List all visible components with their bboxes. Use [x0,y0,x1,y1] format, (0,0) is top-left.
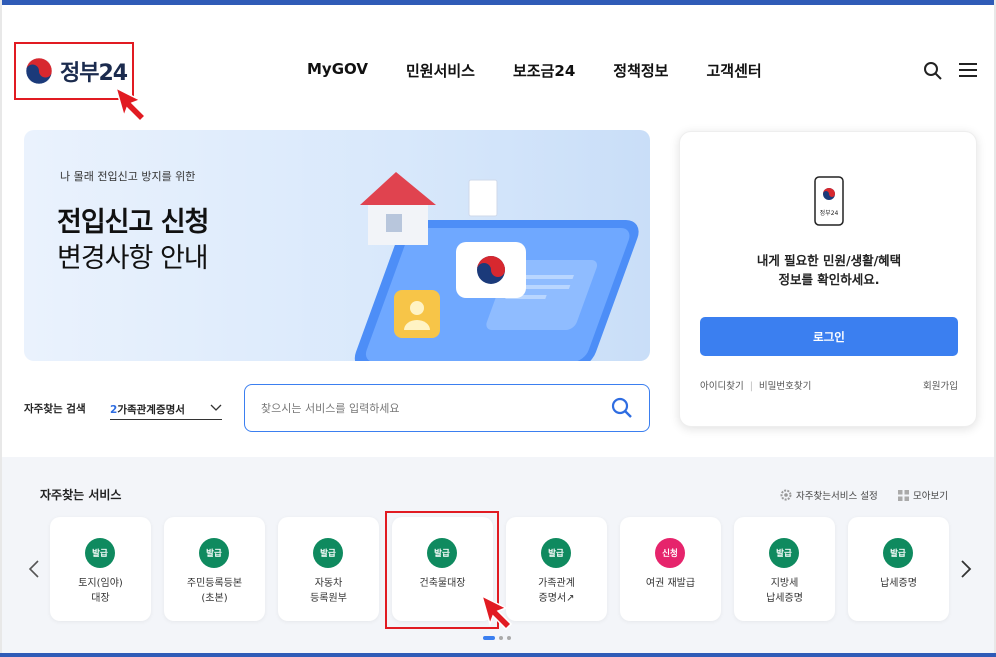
service-name: 납세증명 [880,578,917,589]
signup-link[interactable]: 회원가입 [923,378,958,392]
apply-badge: 신청 [655,538,685,568]
bottom-accent-bar [0,653,996,657]
account-links: 아이디찾기 | 비밀번호찾기 [700,378,811,392]
login-message: 내게 필요한 민원/생활/혜택 정보를 확인하세요. [680,251,978,289]
frequent-search-dropdown[interactable]: 2가족관계증명서 [110,396,222,420]
search-icon[interactable] [923,61,943,81]
issue-badge: 발급 [769,538,799,568]
nav-item-customer-center[interactable]: 고객센터 [706,60,761,81]
service-card-land-register[interactable]: 발급 토지(임야) 대장 [50,517,151,621]
issue-badge: 발급 [883,538,913,568]
carousel-pagination [483,636,511,640]
chevron-right-icon[interactable] [960,560,972,578]
main-nav: MyGOV 민원서비스 보조금24 정책정보 고객센터 [307,60,762,81]
nav-item-mygov[interactable]: MyGOV [307,60,368,81]
hamburger-menu-icon[interactable] [959,62,977,78]
service-name: 지방세 납세증명 [766,578,803,604]
search-input[interactable] [261,399,591,417]
service-name: 토지(임야) 대장 [78,578,123,604]
issue-badge: 발급 [199,538,229,568]
search-submit-icon[interactable] [611,397,633,419]
nav-item-policy-info[interactable]: 정책정보 [613,60,668,81]
service-search-box [244,384,650,432]
phone-house-illustration [354,172,639,361]
service-name: 자동차 등록원부 [310,578,347,604]
frequent-services-title: 자주찾는 서비스 [40,488,122,502]
top-accent-bar [0,0,996,5]
pagination-dot-active[interactable] [483,636,495,640]
nav-item-subsidy24[interactable]: 보조금24 [513,60,575,81]
chevron-down-icon [210,404,222,411]
nav-item-civil-service[interactable]: 민원서비스 [406,60,475,81]
service-card-tax-certificate[interactable]: 발급 납세증명 [848,517,949,621]
issue-badge: 발급 [541,538,571,568]
pagination-dot[interactable] [499,636,503,640]
service-settings-link[interactable]: 자주찾는서비스 설정 [780,488,878,502]
app-label: 정부24 [820,210,839,217]
service-card-resident-registration[interactable]: 발급 주민등록등본 (초본) [164,517,265,621]
service-name: 가족관계 증명서↗ [538,578,575,604]
pagination-dot[interactable] [507,636,511,640]
chevron-left-icon[interactable] [28,560,40,578]
login-button[interactable]: 로그인 [700,317,958,356]
service-name: 여권 재발급 [645,578,696,589]
link-divider: | [749,381,753,392]
selected-keyword: 가족관계증명서 [117,404,185,416]
service-card-passport-reissue[interactable]: 신청 여권 재발급 [620,517,721,621]
service-card-local-tax-certificate[interactable]: 발급 지방세 납세증명 [734,517,835,621]
banner-subtitle: 변경사항 안내 [57,243,209,274]
grid-icon [898,489,909,501]
find-id-link[interactable]: 아이디찾기 [700,381,744,392]
view-all-label: 모아보기 [913,491,948,502]
hero-banner[interactable]: 나 몰래 전입신고 방지를 위한 전입신고 신청 변경사항 안내 [24,130,650,361]
pointer-arrow-icon [114,86,147,123]
service-card-vehicle-register[interactable]: 발급 자동차 등록원부 [278,517,379,621]
view-all-link[interactable]: 모아보기 [898,488,948,502]
frequent-search-label: 자주찾는 검색 [24,403,86,415]
service-card-family-certificate[interactable]: 발급 가족관계 증명서↗ [506,517,607,621]
issue-badge: 발급 [313,538,343,568]
service-name: 주민등록등본 (초본) [186,578,243,604]
banner-title: 전입신고 신청 [57,207,209,238]
gear-icon [780,489,792,501]
mobile-phone-icon: 정부24 [814,176,844,226]
find-password-link[interactable]: 비밀번호찾기 [759,381,811,392]
banner-kicker: 나 몰래 전입신고 방지를 위한 [60,170,196,183]
login-card: 정부24 내게 필요한 민원/생활/혜택 정보를 확인하세요. 로그인 아이디찾… [679,131,977,427]
service-settings-label: 자주찾는서비스 설정 [796,491,878,502]
login-message-line2: 정보를 확인하세요. [778,272,880,287]
issue-badge: 발급 [85,538,115,568]
login-message-line1: 내게 필요한 민원/생활/혜택 [756,253,902,268]
pointer-arrow-icon [480,594,513,631]
